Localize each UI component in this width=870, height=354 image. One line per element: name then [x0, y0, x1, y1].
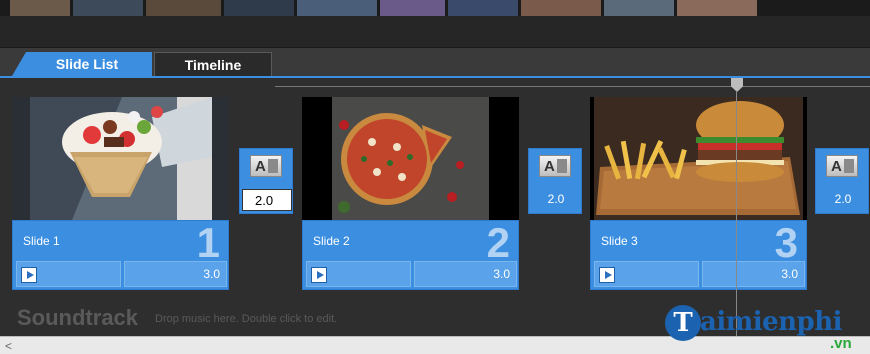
slide-duration[interactable]: 3.0	[702, 261, 805, 287]
slide-info-panel[interactable]: Slide 3 3 3.0	[590, 220, 807, 290]
media-thumbnail[interactable]	[297, 0, 377, 16]
slide-info-panel[interactable]: Slide 2 2 3.0	[302, 220, 519, 290]
burger-fries-image	[590, 97, 807, 220]
slide-number: 3	[774, 219, 798, 266]
watermark-logo-letter: T	[665, 305, 701, 341]
play-icon	[316, 271, 324, 279]
transition-duration-input[interactable]	[242, 189, 292, 211]
slide-duration[interactable]: 3.0	[414, 261, 517, 287]
soundtrack-hint: Drop music here. Double click to edit.	[155, 313, 338, 325]
transition-block[interactable]: A	[239, 148, 293, 214]
slide-thumbnail[interactable]	[12, 97, 229, 220]
media-thumbnail[interactable]	[677, 0, 757, 16]
media-thumbnail[interactable]	[448, 0, 518, 16]
ab-transition-icon[interactable]: A	[250, 155, 282, 177]
media-thumbnail-strip	[0, 0, 870, 16]
transition-block[interactable]: A 2.0	[528, 148, 582, 214]
slide-number: 2	[486, 219, 510, 266]
play-icon	[604, 271, 612, 279]
slide-thumbnail[interactable]	[590, 97, 807, 220]
slide-preview-area	[594, 261, 699, 287]
watermark-suffix: .vn	[830, 335, 852, 352]
play-button[interactable]	[599, 267, 615, 283]
watermark-text: aimienphi	[700, 307, 843, 337]
media-thumbnail[interactable]	[146, 0, 221, 16]
slide-thumbnail[interactable]	[302, 97, 519, 220]
slide-card[interactable]: Slide 3 3 3.0	[590, 97, 807, 290]
tab-timeline[interactable]: Timeline	[154, 52, 272, 76]
media-thumbnail[interactable]	[224, 0, 294, 16]
media-thumbnail[interactable]	[73, 0, 143, 16]
slide-card[interactable]: Slide 1 1 3.0	[12, 97, 229, 290]
slide-name: Slide 3	[601, 234, 638, 248]
tab-slide-list[interactable]: Slide List	[12, 52, 152, 76]
slide-preview-area	[16, 261, 121, 287]
scroll-left-arrow-icon[interactable]: <	[5, 339, 12, 353]
media-thumbnail[interactable]	[380, 0, 445, 16]
play-button[interactable]	[21, 267, 37, 283]
slide-preview-area	[306, 261, 411, 287]
dessert-cone-image	[12, 97, 229, 220]
slide-name: Slide 1	[23, 234, 60, 248]
ab-transition-icon[interactable]: A	[539, 155, 571, 177]
media-thumbnail[interactable]	[521, 0, 601, 16]
toolbar-band	[0, 16, 870, 48]
slide-number: 1	[196, 219, 220, 266]
transition-duration[interactable]: 2.0	[533, 189, 579, 209]
media-thumbnail[interactable]	[10, 0, 70, 16]
slide-info-panel[interactable]: Slide 1 1 3.0	[12, 220, 229, 290]
slide-card[interactable]: Slide 2 2 3.0	[302, 97, 519, 290]
slide-name: Slide 2	[313, 234, 350, 248]
media-thumbnail[interactable]	[604, 0, 674, 16]
transition-duration[interactable]: 2.0	[820, 189, 866, 209]
ab-transition-icon[interactable]: A	[826, 155, 858, 177]
slide-duration[interactable]: 3.0	[124, 261, 227, 287]
play-icon	[26, 271, 34, 279]
timeline-ruler	[275, 86, 870, 87]
soundtrack-title: Soundtrack	[17, 305, 139, 330]
transition-block[interactable]: A 2.0	[815, 148, 869, 214]
play-button[interactable]	[311, 267, 327, 283]
pizza-image	[302, 97, 519, 220]
slideshow-editor: Slide List Timeline Slide 1 1 3.0 A 2.0 …	[0, 0, 870, 354]
watermark-logo: T aimienphi .vn	[665, 305, 870, 354]
